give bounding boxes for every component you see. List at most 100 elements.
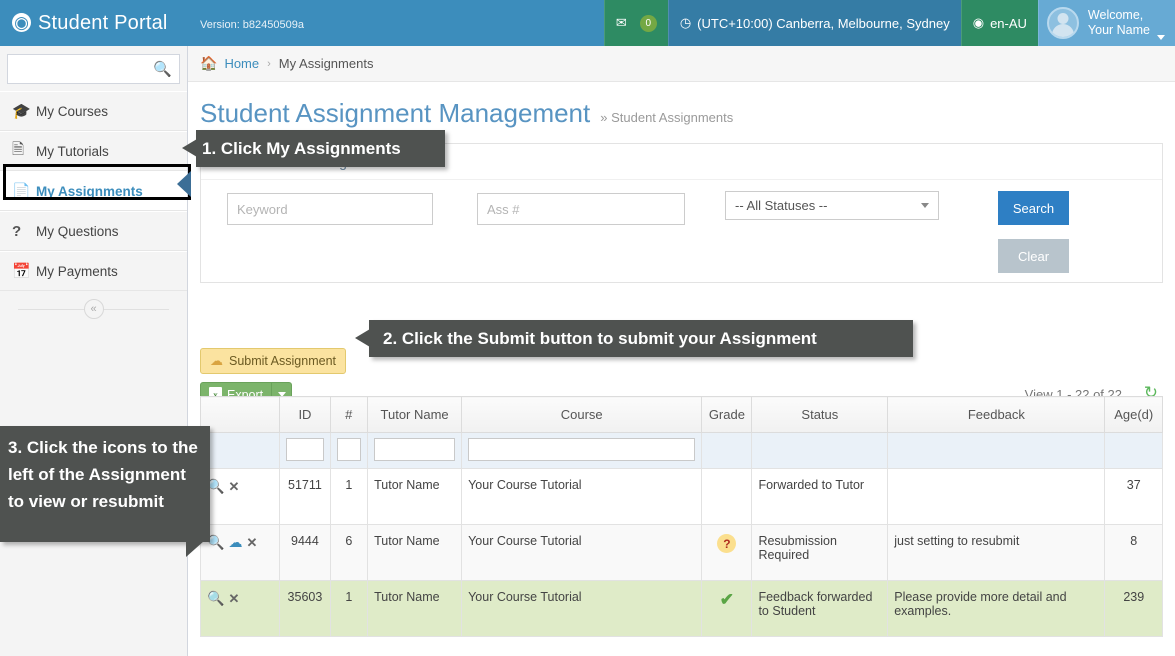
- table-row[interactable]: 🔍 ☁ ✕ 9444 6 Tutor Name Your Course Tutori…: [199, 524, 1163, 581]
- callout-tail: [182, 139, 197, 157]
- sidebar-item-label: My Tutorials: [36, 143, 109, 159]
- envelope-icon: ✉: [615, 15, 627, 30]
- col-age[interactable]: Age(d): [1104, 396, 1163, 433]
- filter-course-input[interactable]: [468, 438, 696, 461]
- col-grade[interactable]: Grade: [701, 396, 753, 433]
- messages-count-badge: 0: [639, 14, 657, 32]
- filter-id-input[interactable]: [286, 438, 324, 461]
- cell-feedback: Please provide more detail and examples.: [887, 580, 1106, 637]
- cell-id: 9444: [279, 524, 331, 581]
- breadcrumb: 🏠 Home › My Assignments: [188, 46, 1175, 82]
- col-id[interactable]: ID: [279, 396, 331, 433]
- globe-icon: ◉: [12, 12, 31, 32]
- submit-assignment-button[interactable]: ☁ Submit Assignment: [200, 348, 346, 374]
- table-filter-row: [199, 432, 1163, 469]
- timezone-label: (UTC+10:00) Canberra, Melbourne, Sydney: [697, 15, 950, 31]
- clock-icon: ◷: [679, 15, 692, 30]
- callout-tail: [186, 541, 204, 557]
- messages-button[interactable]: ✉ 0: [603, 0, 668, 46]
- chevron-double-left-icon[interactable]: «: [83, 299, 104, 319]
- cell-tutor: Tutor Name: [367, 524, 463, 581]
- filter-number-input[interactable]: [336, 438, 362, 461]
- sidebar-item-my-tutorials[interactable]: 🗎 My Tutorials: [0, 131, 187, 171]
- sidebar-item-my-payments[interactable]: 📅 My Payments: [0, 251, 187, 291]
- page-title: Student Assignment Management: [200, 98, 591, 128]
- col-number[interactable]: #: [329, 396, 369, 433]
- status-select[interactable]: -- All Statuses --: [725, 191, 939, 220]
- col-status[interactable]: Status: [751, 396, 889, 433]
- graduation-cap-icon: 🎓: [12, 103, 31, 120]
- welcome-line2: Your Name: [1087, 23, 1150, 37]
- language-selector[interactable]: ◉ en-AU: [960, 0, 1038, 46]
- col-course[interactable]: Course: [461, 396, 703, 433]
- filter-course-cell: [461, 432, 703, 469]
- col-tutor-name[interactable]: Tutor Name: [367, 396, 463, 433]
- search-button[interactable]: Search: [998, 191, 1069, 225]
- file-lines-icon: 🗎: [12, 140, 25, 158]
- sidebar-item-label: My Questions: [36, 223, 119, 239]
- language-label: en-AU: [990, 15, 1027, 31]
- delete-x-icon[interactable]: ✕: [228, 591, 239, 606]
- sidebar-collapse-button[interactable]: «: [0, 291, 187, 327]
- filter-tutor-cell: [367, 432, 463, 469]
- chevron-down-icon[interactable]: [1157, 35, 1165, 40]
- cell-age: 8: [1104, 524, 1163, 581]
- search-icon[interactable]: 🔍: [153, 60, 172, 78]
- home-icon[interactable]: 🏠: [200, 55, 217, 72]
- sidebar-item-my-questions[interactable]: ? My Questions: [0, 211, 187, 251]
- row-actions: 🔍 ☁ ✕: [199, 524, 281, 581]
- timezone-display[interactable]: ◷ (UTC+10:00) Canberra, Melbourne, Sydne…: [667, 0, 961, 46]
- sidebar-item-my-courses[interactable]: 🎓 My Courses: [0, 91, 187, 131]
- question-badge-icon: ?: [717, 534, 737, 553]
- cell-number: 6: [329, 524, 369, 581]
- cell-number: 1: [329, 580, 369, 637]
- cloud-upload-icon[interactable]: ☁: [228, 534, 242, 550]
- status-select-value: -- All Statuses --: [735, 198, 828, 213]
- delete-x-icon[interactable]: ✕: [228, 479, 239, 494]
- cloud-upload-icon: ☁: [210, 353, 223, 368]
- cell-age: 37: [1104, 468, 1163, 525]
- filter-grade-cell: [701, 432, 753, 469]
- user-menu[interactable]: Welcome, Your Name: [1037, 0, 1175, 46]
- cell-status: Forwarded to Tutor: [751, 468, 889, 525]
- col-feedback[interactable]: Feedback: [887, 396, 1106, 433]
- cell-course: Your Course Tutorial: [461, 580, 703, 637]
- sidebar-item-label: My Assignments: [36, 183, 143, 199]
- cell-tutor: Tutor Name: [367, 580, 463, 637]
- sidebar-item-label: My Payments: [36, 263, 118, 279]
- welcome-block: Welcome, Your Name: [1088, 8, 1150, 38]
- keyword-input[interactable]: [227, 193, 433, 225]
- cell-grade: ?: [701, 524, 753, 581]
- assignment-number-input[interactable]: [477, 193, 685, 225]
- cell-status: Resubmission Required: [751, 524, 889, 581]
- cell-status: Feedback forwarded to Student: [751, 580, 889, 637]
- table-header-row: ID # Tutor Name Course Grade Status Feed…: [199, 396, 1163, 433]
- search-panel-body: -- All Statuses -- Search Clear: [201, 180, 1162, 282]
- sidebar-search-wrap: 🔍: [0, 46, 187, 91]
- version-label: Version: b82450509a: [200, 18, 304, 31]
- cell-course: Your Course Tutorial: [461, 468, 703, 525]
- check-icon: ✔: [719, 590, 735, 609]
- col-actions[interactable]: [199, 396, 281, 433]
- cell-age: 239: [1104, 580, 1163, 637]
- brand-title: Student Portal: [38, 11, 168, 34]
- table-head: ID # Tutor Name Course Grade Status Feed…: [199, 396, 1163, 433]
- chevron-down-icon: [921, 203, 929, 208]
- breadcrumb-home-link[interactable]: Home: [224, 56, 259, 71]
- table-row[interactable]: 🔍 ✕ 51711 1 Tutor Name Your Course Tutori…: [199, 468, 1163, 525]
- filter-tutor-input[interactable]: [374, 438, 456, 461]
- brand-logo[interactable]: ◉ Student Portal: [0, 0, 188, 46]
- delete-x-icon[interactable]: ✕: [246, 535, 257, 550]
- welcome-line1: Welcome,: [1087, 8, 1144, 22]
- breadcrumb-current: My Assignments: [278, 56, 374, 71]
- sidebar-search[interactable]: 🔍: [7, 54, 180, 84]
- clear-button[interactable]: Clear: [998, 239, 1069, 273]
- cell-feedback: just setting to resubmit: [887, 524, 1106, 581]
- cell-number: 1: [329, 468, 369, 525]
- sidebar-item-my-assignments[interactable]: 📄 My Assignments: [0, 171, 187, 211]
- cell-grade: [701, 468, 753, 525]
- table-row[interactable]: 🔍 ✕ 35603 1 Tutor Name Your Course Tutori…: [199, 580, 1163, 637]
- cell-course: Your Course Tutorial: [461, 524, 703, 581]
- zoom-in-icon[interactable]: 🔍: [207, 590, 224, 606]
